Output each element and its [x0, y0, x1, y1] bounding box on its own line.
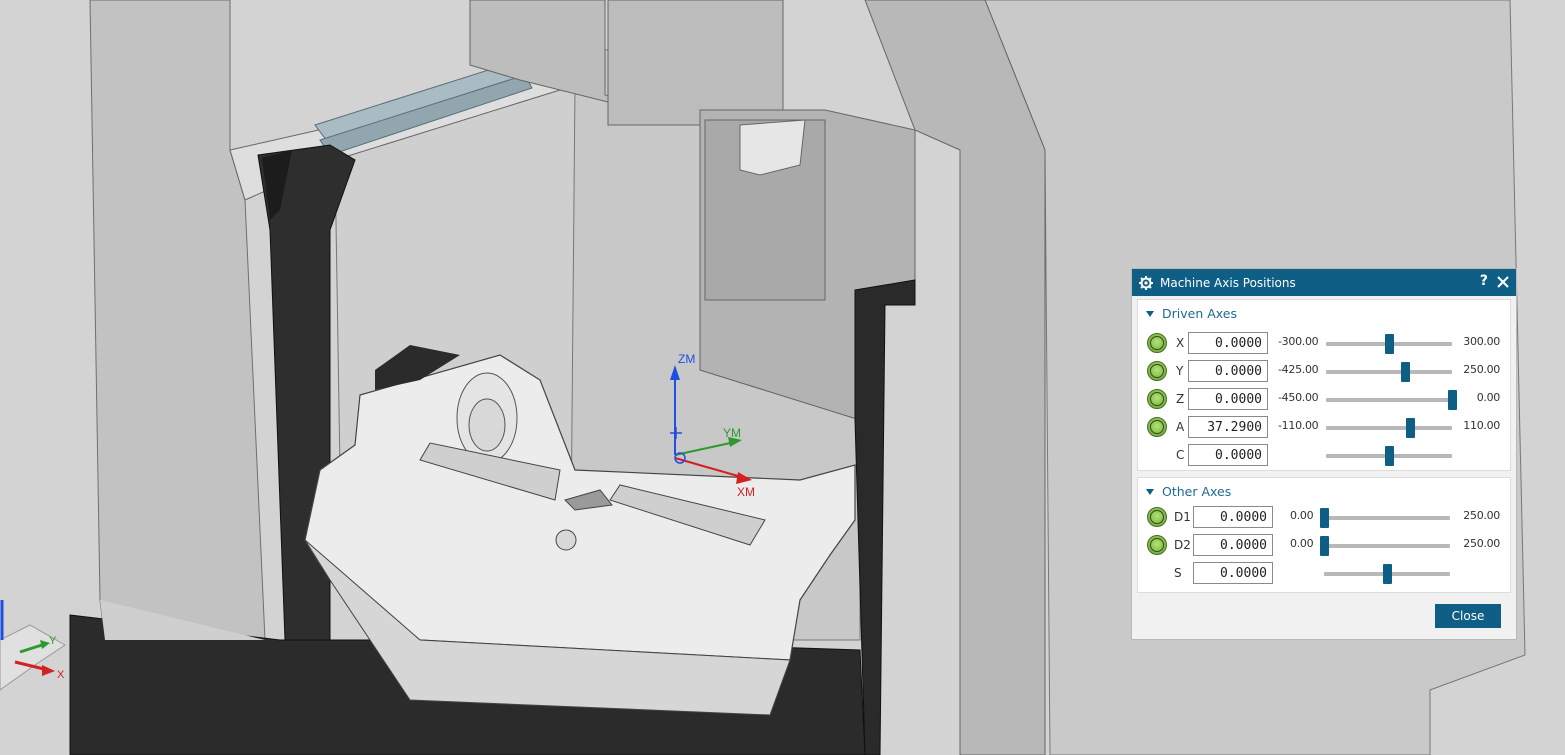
axis-row-c: C: [1138, 444, 1510, 468]
close-icon[interactable]: [1496, 274, 1510, 288]
axis-row-z: Z -450.00 0.00: [1138, 388, 1510, 412]
axis-name-label: D1: [1174, 510, 1191, 524]
axis-name-label: S: [1174, 566, 1182, 580]
axis-max-limit: 250.00: [1463, 363, 1500, 376]
triad-x-label: X: [57, 669, 65, 681]
axis-d2-slider[interactable]: [1320, 536, 1450, 556]
driven-axes-label: Driven Axes: [1162, 306, 1237, 321]
slider-thumb[interactable]: [1320, 508, 1329, 528]
axis-x-slider[interactable]: [1326, 334, 1452, 354]
axis-y-status-indicator[interactable]: [1147, 361, 1167, 381]
other-axes-group: Other Axes D1 0.00 250.00 D2 0.00 250.00 S: [1137, 477, 1511, 593]
axis-max-limit: 250.00: [1463, 509, 1500, 522]
axis-z-value-input[interactable]: [1188, 388, 1268, 410]
driven-axes-toggle[interactable]: Driven Axes: [1146, 306, 1237, 321]
dialog-titlebar[interactable]: Machine Axis Positions ?: [1132, 269, 1516, 296]
axis-row-d1: D1 0.00 250.00: [1138, 506, 1510, 530]
close-button[interactable]: Close: [1435, 604, 1501, 628]
axis-s-slider[interactable]: [1324, 564, 1450, 584]
axis-row-a: A -110.00 110.00: [1138, 416, 1510, 440]
axis-min-limit: -300.00: [1278, 335, 1319, 348]
slider-thumb[interactable]: [1320, 536, 1329, 556]
axis-max-limit: 0.00: [1476, 391, 1501, 404]
axis-d1-status-indicator[interactable]: [1147, 507, 1167, 527]
slider-thumb[interactable]: [1401, 362, 1411, 382]
axis-name-label: A: [1176, 420, 1185, 434]
axis-y-slider[interactable]: [1326, 362, 1452, 382]
slider-thumb[interactable]: [1383, 564, 1392, 584]
axis-min-limit: -110.00: [1278, 419, 1319, 432]
axis-z-status-indicator[interactable]: [1147, 389, 1167, 409]
gear-icon: [1138, 275, 1154, 291]
axis-d2-status-indicator[interactable]: [1147, 535, 1167, 555]
triad-y-label: Y: [49, 635, 57, 647]
csys-ym-label: YM: [723, 426, 741, 440]
axis-x-status-indicator[interactable]: [1147, 333, 1167, 353]
axis-z-slider[interactable]: [1326, 390, 1457, 410]
axis-row-d2: D2 0.00 250.00: [1138, 534, 1510, 558]
axis-x-value-input[interactable]: [1188, 332, 1268, 354]
help-button[interactable]: ?: [1480, 273, 1488, 289]
axis-min-limit: 0.00: [1290, 509, 1314, 522]
other-axes-label: Other Axes: [1162, 484, 1232, 499]
csys-zm-label: ZM: [678, 352, 695, 366]
machine-axis-positions-dialog: Machine Axis Positions ? Driven Axes X -3…: [1131, 268, 1517, 640]
axis-name-label: Y: [1176, 364, 1184, 378]
axis-d1-value-input[interactable]: [1193, 506, 1273, 528]
axis-max-limit: 250.00: [1463, 537, 1500, 550]
axis-max-limit: 300.00: [1463, 335, 1500, 348]
axis-name-label: D2: [1174, 538, 1191, 552]
dialog-title: Machine Axis Positions: [1160, 275, 1296, 290]
slider-thumb[interactable]: [1385, 334, 1394, 354]
axis-min-limit: -450.00: [1278, 391, 1319, 404]
axis-y-value-input[interactable]: [1188, 360, 1268, 382]
chevron-down-icon: [1146, 488, 1154, 495]
axis-row-x: X -300.00 300.00: [1138, 332, 1510, 356]
axis-min-limit: -425.00: [1278, 363, 1319, 376]
other-axes-toggle[interactable]: Other Axes: [1146, 484, 1231, 499]
slider-thumb[interactable]: [1385, 446, 1394, 466]
axis-name-label: X: [1176, 336, 1185, 350]
axis-a-slider[interactable]: [1326, 418, 1452, 438]
axis-d1-slider[interactable]: [1320, 508, 1450, 528]
axis-row-s: S: [1138, 562, 1510, 586]
axis-name-label: C: [1176, 448, 1185, 462]
csys-xm-label: XM: [737, 485, 755, 499]
axis-row-y: Y -425.00 250.00: [1138, 360, 1510, 384]
axis-min-limit: 0.00: [1290, 537, 1314, 550]
axis-max-limit: 110.00: [1463, 419, 1500, 432]
axis-c-slider[interactable]: [1326, 446, 1452, 466]
axis-a-value-input[interactable]: [1188, 416, 1268, 438]
axis-name-label: Z: [1176, 392, 1185, 406]
slider-thumb[interactable]: [1406, 418, 1416, 438]
axis-s-value-input[interactable]: [1193, 562, 1273, 584]
axis-c-value-input[interactable]: [1188, 444, 1268, 466]
driven-axes-group: Driven Axes X -300.00 300.00 Y -425.00 250.00…: [1137, 299, 1511, 471]
axis-d2-value-input[interactable]: [1193, 534, 1273, 556]
axis-a-status-indicator[interactable]: [1147, 417, 1167, 437]
chevron-down-icon: [1146, 310, 1154, 317]
